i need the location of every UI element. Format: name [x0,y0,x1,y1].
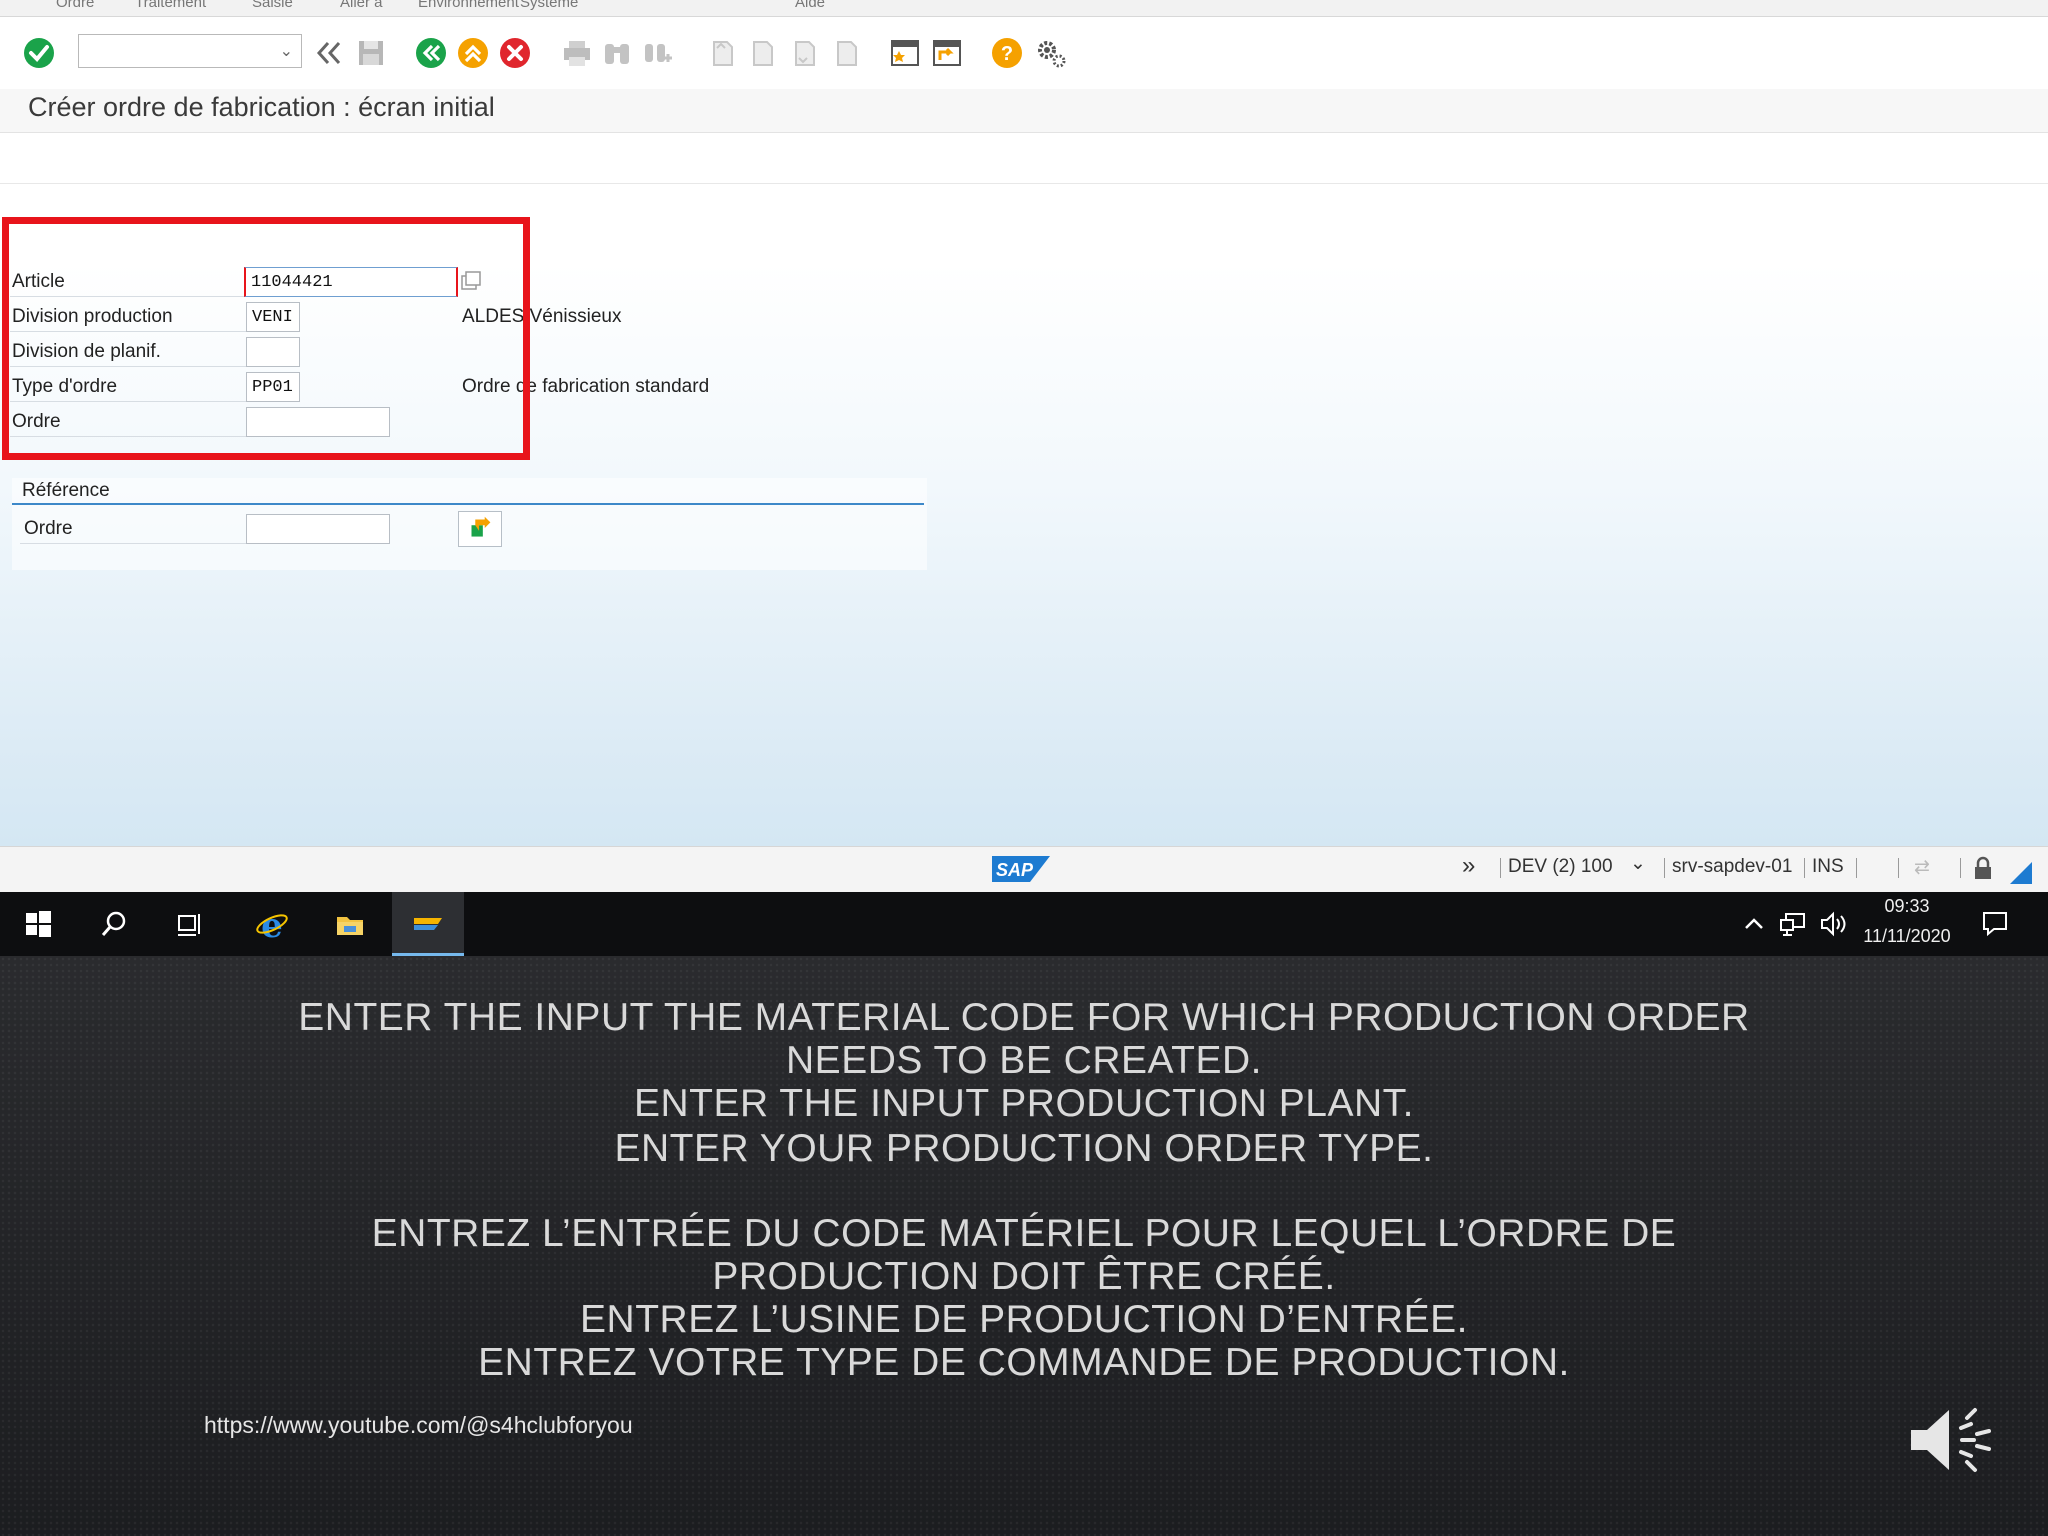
expand-status-icon[interactable]: » [1462,852,1475,880]
speaker-icon[interactable] [1905,1398,2001,1482]
find-next-icon[interactable] [640,36,674,70]
menu-item-aide[interactable]: Aide [795,0,825,11]
folder-icon [337,917,363,935]
svg-text:?: ? [1001,43,1013,65]
separator [1898,858,1899,878]
chevron-down-icon[interactable]: ⌄ [280,41,293,61]
help-icon[interactable]: ? [990,36,1024,70]
app-function-bar [0,133,2048,184]
new-session-icon[interactable] [888,36,922,70]
caption-fr-line: PRODUCTION DOIT ÊTRE CRÉÉ. [712,1255,1336,1298]
search-icon [101,911,126,936]
command-field[interactable]: ⌄ [78,34,302,68]
chevron-up-icon[interactable] [1740,910,1768,938]
exit-icon[interactable] [456,36,490,70]
reference-ordre-input[interactable] [246,514,390,544]
back-icon[interactable] [414,36,448,70]
application-toolbar [0,17,2048,89]
highlight-box [2,217,530,460]
svg-text:e: e [261,908,283,940]
caption-fr-line: ENTREZ VOTRE TYPE DE COMMANDE DE PRODUCT… [478,1341,1570,1384]
first-page-icon[interactable] [704,36,738,70]
separator [1856,858,1857,878]
sap-logo: SAP [992,854,1052,884]
file-explorer-button[interactable] [314,892,386,956]
save-icon[interactable] [354,36,388,70]
separator [1960,858,1961,878]
previous-page-icon[interactable] [744,36,778,70]
task-view-icon [178,914,200,936]
svg-text:SAP: SAP [996,860,1034,880]
caption-fr-line: ENTREZ L’ENTRÉE DU CODE MATÉRIEL POUR LE… [371,1212,1677,1255]
transfer-icon: ⇄ [1914,857,1930,878]
reference-ordre-label: Ordre [24,518,73,539]
menu-item-aller-a[interactable]: Aller à [340,0,383,11]
start-button[interactable] [2,892,74,956]
caption-en-line: ENTER THE INPUT PRODUCTION PLANT. [634,1082,1414,1125]
menu-item-traitement[interactable]: Traitement [135,0,206,11]
resize-grip-icon[interactable] [2010,862,2032,884]
clock-date[interactable]: 11/11/2020 [1852,926,1962,947]
insert-mode: INS [1812,856,1844,877]
lock-icon [1972,856,1994,880]
clock-time[interactable]: 09:33 [1852,896,1962,917]
sap-logon-button[interactable] [392,892,464,956]
search-button[interactable] [78,892,150,956]
page-title: Créer ordre de fabrication : écran initi… [28,92,495,122]
menu-item-environnement[interactable]: Environnement [418,0,519,11]
row-divider [20,543,246,544]
double-left-icon[interactable] [312,36,346,70]
cancel-icon[interactable] [498,36,532,70]
shortcut-icon[interactable] [930,36,964,70]
reference-divider [12,503,924,505]
caption-en-line: ENTER THE INPUT THE MATERIAL CODE FOR WH… [298,996,1750,1039]
menu-item-ordre[interactable]: Ordre [56,0,94,11]
channel-url[interactable]: https://www.youtube.com/@s4hclubforyou [204,1412,633,1439]
next-page-icon[interactable] [786,36,820,70]
separator [1500,858,1501,878]
separator [1664,858,1665,878]
windows-icon [26,911,51,937]
settings-icon[interactable] [1034,36,1068,70]
caption-en-line: NEEDS TO BE CREATED. [786,1039,1262,1082]
internet-explorer-button[interactable]: e [236,892,308,956]
reference-group-title: Référence [22,480,110,501]
system-info: DEV (2) 100 [1508,856,1613,877]
menu-bar: Ordre Traitement Saisie Aller à Environn… [0,0,2048,17]
sap-gui-icon [414,918,442,930]
caption-fr-line: ENTREZ L’USINE DE PRODUCTION D’ENTRÉE. [580,1298,1468,1341]
task-view-button[interactable] [154,892,226,956]
last-page-icon[interactable] [828,36,862,70]
menu-item-saisie[interactable]: Saisie [252,0,293,11]
internet-explorer-icon: e [256,908,288,940]
server-name: srv-sapdev-01 [1672,856,1793,877]
enter-icon[interactable] [22,36,56,70]
notification-icon[interactable] [1980,908,2010,938]
chevron-down-icon[interactable]: ⌄ [1630,852,1646,875]
find-icon[interactable] [600,36,634,70]
menu-item-systeme[interactable]: Système [520,0,578,11]
separator [1804,858,1805,878]
network-icon[interactable] [1778,910,1808,938]
print-icon[interactable] [560,36,594,70]
copy-from-reference-button[interactable] [458,511,502,547]
caption-en-line: ENTER YOUR PRODUCTION ORDER TYPE. [614,1127,1434,1170]
volume-icon[interactable] [1818,910,1848,938]
